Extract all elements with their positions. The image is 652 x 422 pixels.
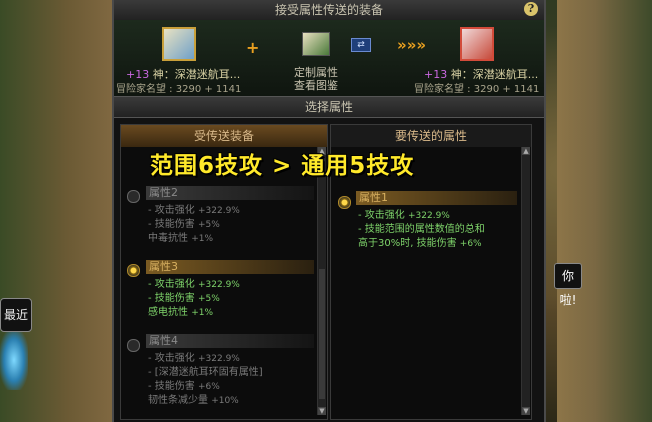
scroll-down-icon[interactable]: ▼	[318, 407, 326, 415]
attr1-line-1: - 攻击强化 +322.9%	[358, 210, 450, 221]
book-icon[interactable]	[302, 32, 330, 56]
select-attribute-header: 选择属性	[114, 96, 544, 118]
radio-attribute-4[interactable]	[127, 339, 140, 352]
radio-attribute-1[interactable]	[338, 196, 351, 209]
help-icon[interactable]: ?	[524, 2, 538, 16]
left-scroll-thumb[interactable]	[319, 269, 325, 399]
attribute-4-label[interactable]: 属性4	[146, 334, 314, 348]
right-scroll-down-icon[interactable]: ▼	[522, 407, 530, 415]
target-equipment-slot[interactable]	[460, 27, 494, 61]
attr3-line-1: - 攻击强化 +322.9%	[148, 279, 240, 290]
radio-attribute-2[interactable]	[127, 190, 140, 203]
attr4-line-3: - 技能伤害 +6%	[148, 381, 220, 392]
customize-attribute-label: 定制属性	[294, 66, 338, 79]
source-equipment-slot[interactable]	[162, 27, 196, 61]
receiving-column-title: 受传送装备	[121, 125, 327, 147]
right-scroll-up-icon[interactable]: ▲	[522, 147, 530, 155]
background-forest-right	[557, 0, 652, 422]
attr4-line-2: - [深潜迷航耳环固有属性]	[148, 367, 263, 378]
radio-attribute-3[interactable]	[127, 264, 140, 277]
attr2-line-2: - 技能伤害 +5%	[148, 219, 220, 230]
swap-icon[interactable]: ⇄	[351, 38, 371, 52]
attribute-1-label[interactable]: 属性1	[356, 191, 517, 205]
plus-icon: +	[246, 38, 260, 57]
attr3-line-2: - 技能伤害 +5%	[148, 293, 220, 304]
left-scrollbar[interactable]: ▲ ▼	[317, 147, 326, 415]
attr3-line-3: 感电抗性 +1%	[148, 307, 214, 318]
portal-glow	[0, 330, 28, 390]
transfer-arrows-icon: »»»	[397, 36, 427, 54]
window-title-bar: 接受属性传送的装备 ?	[114, 0, 544, 21]
target-item-reputation: 冒险家名望 : 3290 + 1141	[414, 84, 540, 95]
chat-bubble-right: 你啦!	[554, 263, 582, 307]
attr4-line-1: - 攻击强化 +322.9%	[148, 353, 240, 364]
attr1-line-3: 高于30%时, 技能伤害 +6%	[358, 238, 482, 249]
attribute-2-label[interactable]: 属性2	[146, 186, 314, 200]
attr2-line-1: - 攻击强化 +322.9%	[148, 205, 240, 216]
source-item-reputation: 冒险家名望 : 3290 + 1141	[116, 84, 242, 95]
attribute-3-label[interactable]: 属性3	[146, 260, 314, 274]
equipment-row: +13 神：深潜迷航耳... 冒险家名望 : 3290 + 1141 + 定制属…	[114, 20, 544, 96]
right-scrollbar[interactable]: ▲ ▼	[521, 147, 530, 415]
attr1-line-2: - 技能范围的属性数值的总和	[358, 224, 485, 235]
window-title: 接受属性传送的装备	[274, 3, 383, 17]
attr2-line-3: 中毒抗性 +1%	[148, 233, 214, 244]
transfer-column-title: 要传送的属性	[331, 125, 531, 147]
attr4-line-4: 韧性条减少量 +10%	[148, 395, 239, 406]
chat-bubble-left: 最近	[0, 298, 32, 332]
overlay-banner-text: 范围6技攻 > 通用5技攻	[150, 153, 415, 179]
view-collection-label: 查看图鉴	[294, 79, 338, 92]
